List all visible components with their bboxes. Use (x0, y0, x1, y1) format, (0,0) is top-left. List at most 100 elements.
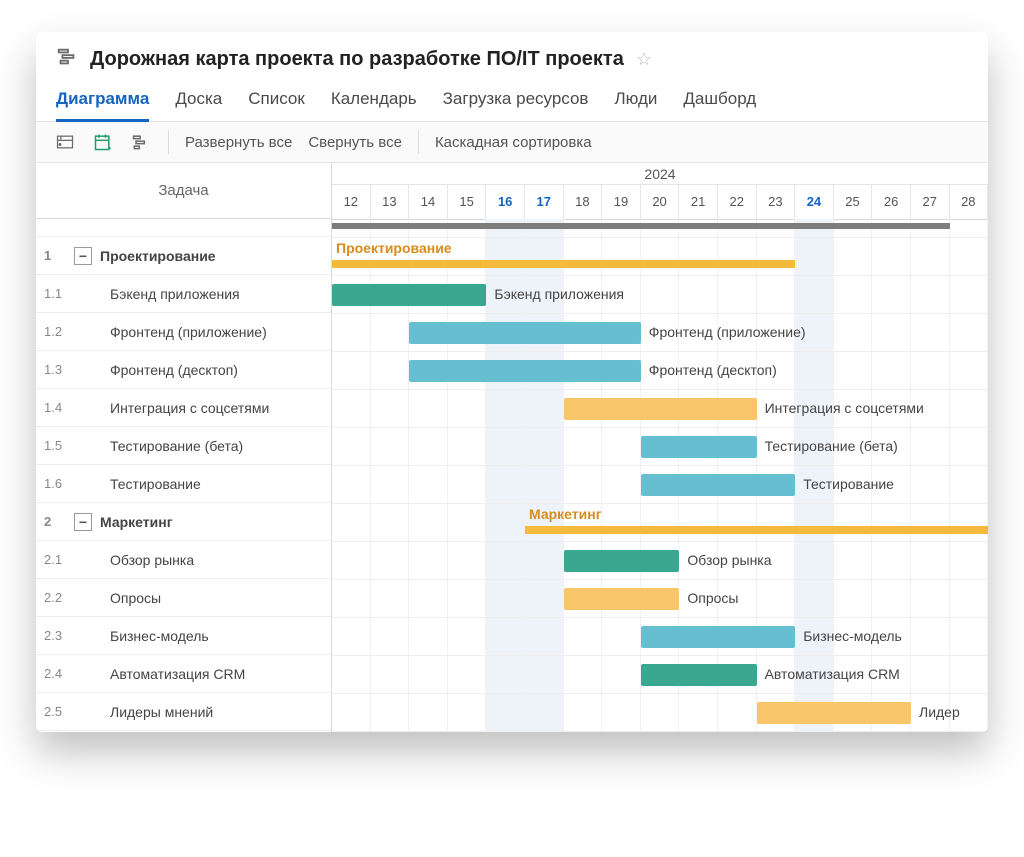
task-row[interactable]: 2.3 Бизнес-модель (36, 617, 331, 655)
task-row[interactable]: 2.5 Лидеры мнений (36, 693, 331, 731)
task-bar-label: Фронтенд (десктоп) (649, 362, 777, 378)
timeline-day[interactable]: 27 (911, 185, 950, 219)
task-row[interactable]: 1.4Интеграция с соцсетями (36, 389, 331, 427)
row-number: 1.1 (44, 286, 74, 301)
timeline-day[interactable]: 13 (371, 185, 410, 219)
timeline-day[interactable]: 25 (834, 185, 873, 219)
task-row[interactable]: 1.3Фронтенд (десктоп) (36, 351, 331, 389)
task-label: Лидеры мнений (110, 704, 213, 720)
timeline-day[interactable]: 19 (602, 185, 641, 219)
task-bar-label: Лидер (919, 704, 960, 720)
task-label: Тестирование (110, 476, 201, 492)
timeline-day[interactable]: 17 (525, 185, 564, 219)
row-number: 1.5 (44, 438, 74, 453)
expand-all-button[interactable]: Развернуть все (185, 134, 292, 151)
timeline-day[interactable]: 14 (409, 185, 448, 219)
row-number: 2.1 (44, 552, 74, 567)
task-bar-label: Автоматизация CRM (765, 666, 900, 682)
task-row[interactable]: 2.1Обзор рынка (36, 541, 331, 579)
header: Дорожная карта проекта по разработке ПО/… (36, 32, 988, 83)
collapse-toggle[interactable]: − (74, 513, 92, 531)
tab-список[interactable]: Список (248, 83, 305, 121)
task-row[interactable]: 1.6 Тестирование (36, 465, 331, 503)
baseline-icon[interactable] (92, 131, 114, 153)
task-label: Интеграция с соцсетями (110, 400, 269, 416)
tab-календарь[interactable]: Календарь (331, 83, 417, 121)
task-row[interactable]: 2.2Опросы (36, 579, 331, 617)
timeline[interactable]: 2024 1213141516171819202122232425262728 … (332, 163, 988, 732)
task-bar[interactable] (757, 702, 911, 724)
row-number: 1.6 (44, 476, 74, 491)
task-bar-label: Бэкенд приложения (494, 286, 624, 302)
task-row[interactable]: 1.2 Фронтенд (приложение) (36, 313, 331, 351)
timeline-day[interactable]: 26 (872, 185, 911, 219)
task-bar[interactable] (409, 322, 641, 344)
cascade-sort-button[interactable]: Каскадная сортировка (435, 134, 592, 151)
task-bar[interactable] (564, 550, 680, 572)
tab-люди[interactable]: Люди (614, 83, 657, 121)
timeline-day[interactable]: 23 (757, 185, 796, 219)
star-icon[interactable]: ☆ (636, 49, 652, 70)
summary-label: Маркетинг (529, 506, 602, 522)
row-number: 2.5 (44, 704, 74, 719)
gantt-icon (56, 46, 78, 73)
task-row[interactable]: 1.5 Тестирование (бета) (36, 427, 331, 465)
task-list: Задача 1−Проектирование1.1Бэкенд приложе… (36, 163, 332, 732)
timeline-day[interactable]: 18 (564, 185, 603, 219)
row-number: 1.2 (44, 324, 74, 339)
project-summary-bar (332, 223, 950, 229)
task-bar[interactable] (641, 626, 795, 648)
collapse-all-button[interactable]: Свернуть все (308, 134, 402, 151)
task-group-row[interactable]: 2−Маркетинг (36, 503, 331, 541)
gantt-small-icon[interactable] (130, 131, 152, 153)
timeline-day[interactable]: 16 (486, 185, 525, 219)
task-bar-label: Бизнес-модель (803, 628, 902, 644)
row-number: 1 (44, 248, 74, 263)
tab-диаграмма[interactable]: Диаграмма (56, 83, 149, 122)
tab-загрузка ресурсов[interactable]: Загрузка ресурсов (443, 83, 589, 121)
task-bar-label: Интеграция с соцсетями (765, 400, 924, 416)
task-bar[interactable] (564, 398, 757, 420)
summary-bar[interactable] (332, 260, 795, 268)
task-row[interactable]: 2.4 Автоматизация CRM (36, 655, 331, 693)
columns-icon[interactable] (54, 131, 76, 153)
task-group-label: Маркетинг (100, 514, 173, 530)
summary-bar[interactable] (525, 526, 988, 534)
task-label: Бэкенд приложения (110, 286, 240, 302)
timeline-day[interactable]: 15 (448, 185, 487, 219)
task-group-row[interactable]: 1−Проектирование (36, 237, 331, 275)
timeline-day[interactable]: 28 (950, 185, 989, 219)
task-bar[interactable] (564, 588, 680, 610)
row-number: 2 (44, 514, 74, 529)
row-number: 2.4 (44, 666, 74, 681)
timeline-day[interactable]: 24 (795, 185, 834, 219)
task-bar[interactable] (641, 664, 757, 686)
task-label: Тестирование (бета) (110, 438, 243, 454)
timeline-day[interactable]: 20 (641, 185, 680, 219)
row-number: 2.3 (44, 628, 74, 643)
task-label: Фронтенд (десктоп) (110, 362, 238, 378)
tab-дашборд[interactable]: Дашборд (683, 83, 756, 121)
timeline-day[interactable]: 12 (332, 185, 371, 219)
task-label: Автоматизация CRM (110, 666, 245, 682)
timeline-day[interactable]: 22 (718, 185, 757, 219)
tab-доска[interactable]: Доска (175, 83, 222, 121)
task-bar-label: Тестирование (бета) (765, 438, 898, 454)
separator (168, 130, 169, 154)
row-number: 2.2 (44, 590, 74, 605)
timeline-day[interactable]: 21 (679, 185, 718, 219)
task-row[interactable]: 1.1 Бэкенд приложения (36, 275, 331, 313)
task-bar-label: Опросы (687, 590, 738, 606)
task-bar-label: Тестирование (803, 476, 894, 492)
collapse-toggle[interactable]: − (74, 247, 92, 265)
toolbar: Развернуть все Свернуть все Каскадная со… (36, 122, 988, 163)
task-bar[interactable] (332, 284, 486, 306)
task-bar[interactable] (641, 474, 795, 496)
task-label: Бизнес-модель (110, 628, 209, 644)
separator (418, 130, 419, 154)
summary-label: Проектирование (336, 240, 452, 256)
task-bar[interactable] (409, 360, 641, 382)
task-bar[interactable] (641, 436, 757, 458)
task-label: Фронтенд (приложение) (110, 324, 267, 340)
page-title: Дорожная карта проекта по разработке ПО/… (90, 48, 624, 71)
